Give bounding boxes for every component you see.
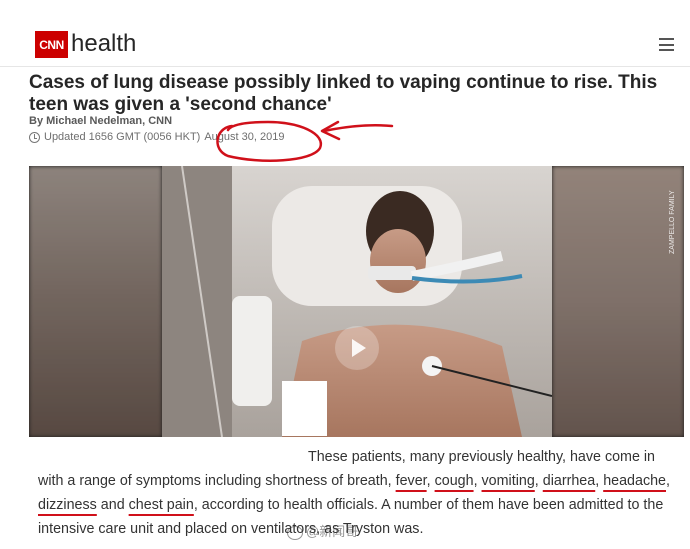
hamburger-menu-icon[interactable] (659, 38, 674, 51)
social-watermark: @新闻哥 (287, 521, 358, 540)
keyword-fever: fever (395, 473, 427, 489)
annotation-arrowhead (320, 120, 341, 141)
video-frame (162, 166, 552, 437)
keyword-vomiting: vomiting (481, 473, 535, 489)
site-header: CNN health (0, 0, 690, 67)
play-icon[interactable] (335, 326, 379, 370)
article-byline: By Michael Nedelman, CNN (29, 115, 173, 127)
section-title[interactable]: health (71, 30, 136, 58)
keyword-diarrhea: diarrhea (542, 473, 596, 489)
cnn-logo[interactable]: CNN (35, 31, 68, 58)
keyword-headache: headache (603, 473, 666, 489)
video-blur-left (29, 166, 162, 437)
updated-timestamp: Updated 1656 GMT (0056 HKT) August 30, 2… (29, 131, 284, 143)
annotation-arrow (322, 123, 394, 133)
photo-credit: ZAMPELLO FAMILY (669, 190, 676, 254)
keyword-chest-pain: chest pain (128, 497, 194, 513)
updated-prefix: Updated 1656 GMT (0056 HKT) (44, 131, 201, 143)
hospital-photo (162, 166, 552, 437)
keyword-cough: cough (434, 473, 474, 489)
clock-icon (29, 131, 40, 143)
publish-date: August 30, 2019 (204, 131, 285, 143)
video-blur-right (552, 166, 684, 437)
article-video[interactable]: ZAMPELLO FAMILY (29, 166, 684, 437)
keyword-dizziness: dizziness (38, 497, 97, 513)
article-headline: Cases of lung disease possibly linked to… (29, 72, 658, 115)
weibo-logo-icon (287, 525, 303, 540)
